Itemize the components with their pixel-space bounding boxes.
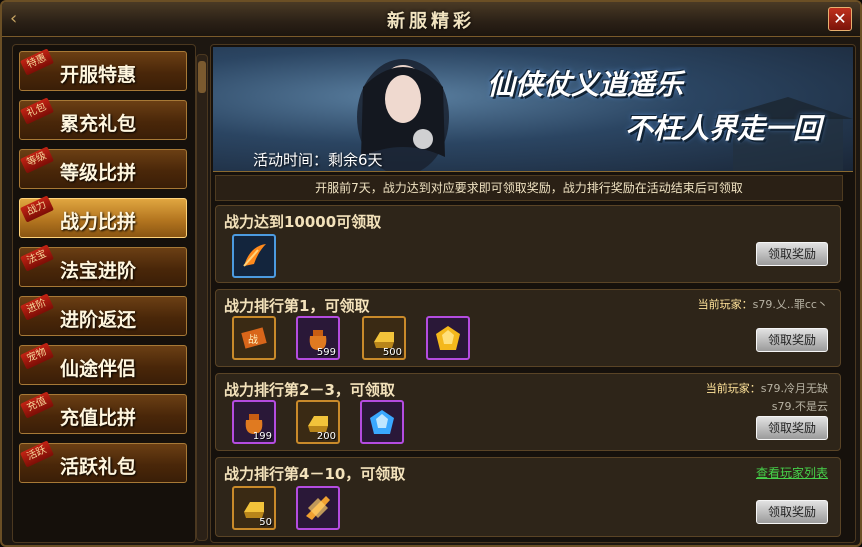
orange-crystal-icon [306,496,330,520]
battle-power-scroll-icon: 战 [241,327,267,349]
reward-panel-rank-1: 战力排行第1，可领取 当前玩家：s79.乂..罪cc丶 战 599 500 领取… [215,289,841,367]
current-player: 当前玩家：s79.乂..罪cc丶 [697,298,828,311]
sidebar-item-label: 进阶返还 [60,309,137,331]
current-player-2: s79.不是云 [771,400,828,413]
panel-title: 战力排行第4－10，可领取 [224,465,406,483]
sidebar-item-tag: 进阶 [20,293,54,321]
sidebar-item-tag: 礼包 [20,97,54,125]
sidebar-item-label: 仙途伴侣 [60,358,137,380]
gold-gem-icon [436,326,460,350]
sidebar-item-label: 战力比拼 [60,211,137,233]
close-button[interactable]: ✕ [828,7,852,31]
event-time-remaining: 活动时间：剩余6天 [253,151,383,169]
sidebar-item-tag: 特惠 [20,48,54,76]
claim-reward-button[interactable]: 领取奖励 [756,328,828,352]
claim-reward-button[interactable]: 领取奖励 [756,500,828,524]
event-banner: 仙侠仗义逍遥乐 不枉人界走一回 活动时间：剩余6天 [213,47,853,172]
sidebar-item-label: 活跃礼包 [60,456,137,478]
banner-slogan-1: 仙侠仗义逍遥乐 [487,68,684,101]
sidebar-item-tag: 战力 [20,195,54,223]
scrollbar-thumb[interactable] [198,61,206,93]
sidebar-item-tag: 活跃 [20,440,54,468]
banner-slogan-2: 不枉人界走一回 [625,112,822,145]
sidebar-item-artifact-advance[interactable]: 法宝 法宝进阶 [19,244,187,287]
phoenix-feather-icon [243,244,266,267]
sidebar-item-tag: 法宝 [20,244,54,272]
sidebar-item-opening-deals[interactable]: 特惠 开服特惠 [19,48,187,91]
sidebar-item-activity-pack[interactable]: 活跃 活跃礼包 [19,440,187,483]
title-bar: ‹ 新服精彩 ✕ [2,2,860,37]
claim-reward-button[interactable]: 领取奖励 [756,416,828,440]
panel-title: 战力达到10000可领取 [224,213,382,231]
reward-item[interactable]: 500 [362,316,406,360]
sidebar-item-recharge-pack[interactable]: 礼包 累充礼包 [19,97,187,140]
reward-item[interactable] [426,316,470,360]
sidebar-item-label: 法宝进阶 [60,260,137,282]
sidebar-item-advance-rebate[interactable]: 进阶 进阶返还 [19,293,187,336]
sidebar-item-label: 充值比拼 [60,407,137,429]
sidebar-item-recharge-race[interactable]: 充值 充值比拼 [19,391,187,434]
sidebar-item-level-race[interactable]: 等级 等级比拼 [19,146,187,189]
sidebar-item-power-race[interactable]: 战力 战力比拼 [19,195,187,238]
sidebar-item-companion[interactable]: 宠物 仙途伴侣 [19,342,187,385]
reward-item[interactable] [232,234,276,278]
reward-item[interactable] [360,400,404,444]
current-player: 当前玩家：s79.冷月无缺 [705,382,828,395]
sidebar-item-label: 累充礼包 [60,113,137,135]
panel-title: 战力排行第2－3，可领取 [224,381,395,399]
window-title: 新服精彩 [387,11,475,32]
panel-title: 战力排行第1，可领取 [224,297,370,315]
reward-panel-rank-2-3: 战力排行第2－3，可领取 当前玩家：s79.冷月无缺 s79.不是云 199 2… [215,373,841,451]
reward-item[interactable]: 战 [232,316,276,360]
sidebar-item-tag: 等级 [20,146,54,174]
sidebar: 特惠 开服特惠 礼包 累充礼包 等级 等级比拼 战力 战力比拼 法宝 法宝进阶 … [12,44,196,543]
sidebar-item-label: 等级比拼 [60,162,137,184]
reward-item[interactable]: 50 [232,486,276,530]
reward-item[interactable]: 599 [296,316,340,360]
reward-item[interactable] [296,486,340,530]
reward-panel-rank-4-10: 战力排行第4－10，可领取 查看玩家列表 50 领取奖励 [215,457,841,537]
svg-text:战: 战 [248,334,258,346]
event-notice: 开服前7天，战力达到对应要求即可领取奖励，战力排行奖励在活动结束后可领取 [215,175,843,201]
blue-gem-icon [370,410,394,434]
reward-item[interactable]: 199 [232,400,276,444]
view-player-list-link[interactable]: 查看玩家列表 [756,464,828,481]
reward-panel-power-10000: 战力达到10000可领取 领取奖励 [215,205,841,283]
claim-reward-button[interactable]: 领取奖励 [756,242,828,266]
sidebar-scrollbar[interactable] [196,54,208,541]
rewards-window: ‹ 新服精彩 ✕ 特惠 开服特惠 礼包 累充礼包 等级 等级比拼 战力 战力比拼… [0,0,862,547]
sidebar-item-label: 开服特惠 [60,64,137,86]
content-area: 仙侠仗义逍遥乐 不枉人界走一回 活动时间：剩余6天 开服前7天，战力达到对应要求… [210,44,856,543]
sidebar-item-tag: 宠物 [20,342,54,370]
sidebar-item-tag: 充值 [20,391,54,419]
reward-item[interactable]: 200 [296,400,340,444]
